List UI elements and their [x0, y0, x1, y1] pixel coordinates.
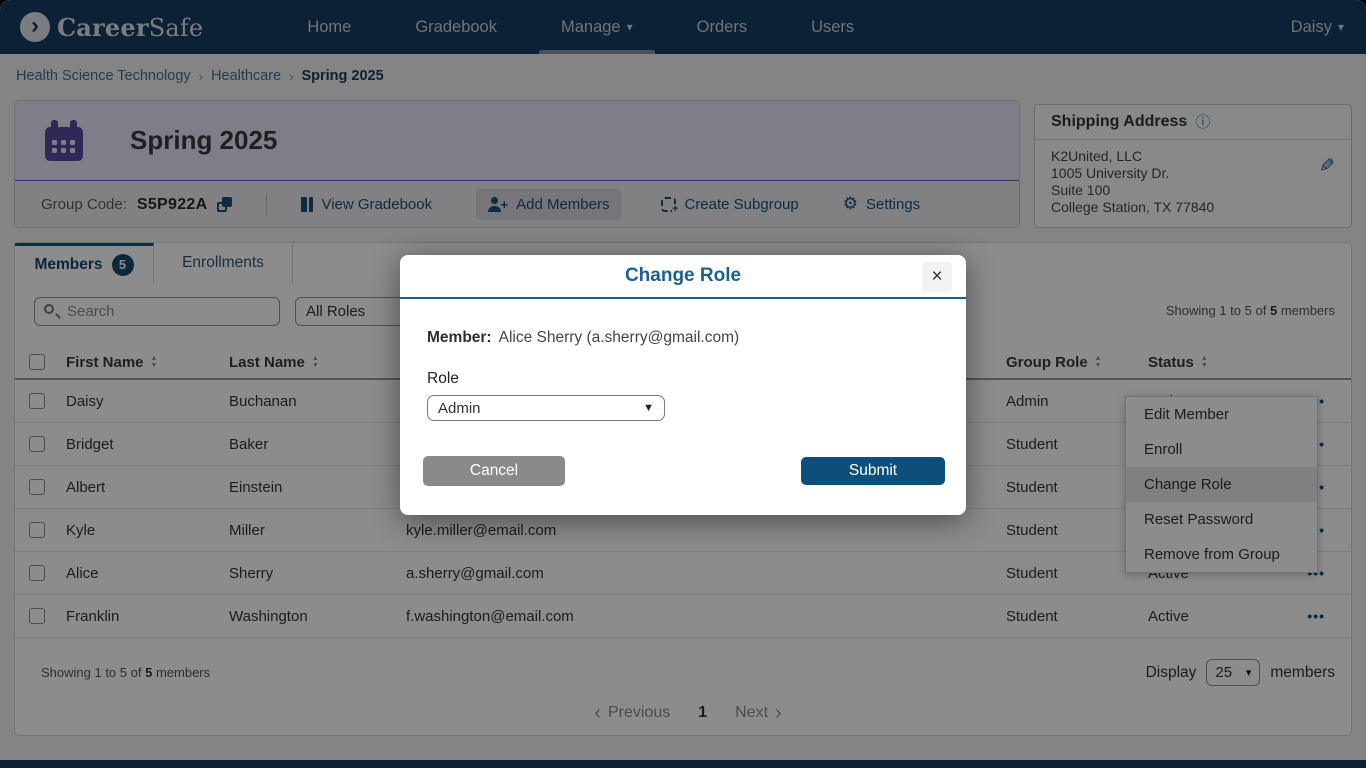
cancel-button[interactable]: Cancel	[423, 456, 565, 486]
modal-body: Member: Alice Sherry (a.sherry@gmail.com)…	[400, 299, 966, 486]
close-icon[interactable]: ×	[922, 262, 952, 292]
submit-button[interactable]: Submit	[801, 457, 945, 485]
modal-buttons: Cancel Submit	[427, 456, 939, 486]
member-line: Member: Alice Sherry (a.sherry@gmail.com)	[427, 329, 939, 347]
role-select[interactable]: Admin ▼	[427, 395, 665, 421]
modal-title: Change Role	[625, 265, 741, 287]
role-label: Role	[427, 370, 939, 388]
page: › CareerSafe Home Gradebook Manage▾ Orde…	[0, 0, 1366, 768]
modal-header: Change Role ×	[400, 255, 966, 299]
member-label: Member:	[427, 329, 492, 346]
chevron-down-icon: ▼	[643, 402, 654, 414]
member-value: Alice Sherry (a.sherry@gmail.com)	[499, 329, 740, 346]
change-role-modal: Change Role × Member: Alice Sherry (a.she…	[400, 255, 966, 515]
